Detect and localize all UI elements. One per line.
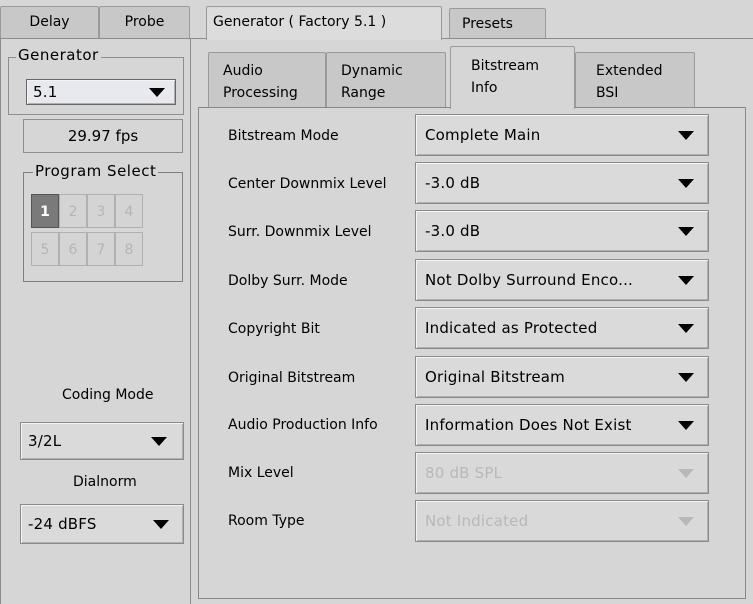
generator-select-value: 5.1	[33, 83, 58, 101]
fps-display: 29.97 fps	[23, 119, 183, 153]
subtab-audio-processing-line1: Audio	[223, 63, 263, 79]
dialnorm-select[interactable]: -24 dBFS	[20, 504, 184, 544]
bitstream-mode-value: Complete Main	[425, 126, 541, 144]
mix-level-select[interactable]: 80 dB SPL	[415, 452, 709, 494]
program-button-3[interactable]: 3	[87, 194, 115, 228]
program-button-2[interactable]: 2	[59, 194, 87, 228]
tab-generator[interactable]: Generator ( Factory 5.1 )	[206, 6, 442, 40]
subtab-extended-bsi[interactable]: Extended BSI	[575, 52, 695, 107]
subtab-dynamic-range-line1: Dynamic	[341, 63, 403, 79]
surr-downmix-select[interactable]: -3.0 dB	[415, 210, 709, 252]
coding-mode-select[interactable]: 3/2L	[20, 422, 184, 460]
chevron-down-icon	[678, 276, 694, 285]
left-column-border	[0, 39, 1, 604]
chevron-down-icon	[678, 131, 694, 140]
subtab-bitstream-info-line1: Bitstream	[471, 58, 540, 74]
chevron-down-icon	[149, 88, 165, 97]
center-downmix-select[interactable]: -3.0 dB	[415, 162, 709, 204]
tab-presets[interactable]: Presets	[449, 8, 546, 38]
chevron-down-icon	[678, 227, 694, 236]
subtab-dynamic-range[interactable]: Dynamic Range	[326, 52, 446, 107]
tab-delay[interactable]: Delay	[0, 6, 99, 38]
coding-mode-value: 3/2L	[28, 432, 62, 450]
subtab-extended-bsi-line1: Extended	[596, 63, 663, 79]
row-label-mix-level: Mix Level	[228, 465, 294, 481]
dolby-surr-mode-value: Not Dolby Surround Enco...	[425, 271, 634, 289]
program-button-4[interactable]: 4	[115, 194, 143, 228]
subtab-bitstream-info[interactable]: Bitstream Info	[450, 46, 575, 109]
dolby-surr-mode-select[interactable]: Not Dolby Surround Enco...	[415, 259, 709, 301]
tab-generator-label: Generator ( Factory 5.1 )	[213, 14, 387, 30]
subtab-audio-processing[interactable]: Audio Processing	[208, 52, 326, 107]
subtab-bitstream-info-line2: Info	[471, 80, 498, 96]
room-type-select[interactable]: Not Indicated	[415, 500, 709, 542]
dialnorm-value: -24 dBFS	[28, 515, 97, 533]
tab-probe-label: Probe	[124, 14, 165, 30]
row-label-center-downmix: Center Downmix Level	[228, 176, 387, 192]
row-label-bitstream-mode: Bitstream Mode	[228, 128, 339, 144]
audio-production-info-select[interactable]: Information Does Not Exist	[415, 404, 709, 446]
program-select-legend: Program Select	[33, 162, 159, 180]
chevron-down-icon	[678, 324, 694, 333]
dialnorm-label: Dialnorm	[73, 474, 137, 490]
program-button-1[interactable]: 1	[31, 194, 59, 228]
tab-probe[interactable]: Probe	[99, 6, 190, 38]
chevron-down-icon	[678, 421, 694, 430]
surr-downmix-value: -3.0 dB	[425, 222, 481, 240]
room-type-value: Not Indicated	[425, 512, 529, 530]
program-button-5[interactable]: 5	[31, 232, 59, 266]
generator-select[interactable]: 5.1	[26, 79, 176, 105]
copyright-bit-value: Indicated as Protected	[425, 319, 598, 337]
original-bitstream-select[interactable]: Original Bitstream	[415, 356, 709, 398]
left-column-divider	[190, 39, 191, 604]
bitstream-mode-select[interactable]: Complete Main	[415, 114, 709, 156]
row-label-room-type: Room Type	[228, 513, 305, 529]
program-button-7[interactable]: 7	[87, 232, 115, 266]
copyright-bit-select[interactable]: Indicated as Protected	[415, 307, 709, 349]
subtab-dynamic-range-line2: Range	[341, 85, 386, 101]
subtab-extended-bsi-line2: BSI	[596, 85, 619, 101]
row-label-dolby-surr-mode: Dolby Surr. Mode	[228, 273, 348, 289]
fps-value: 29.97 fps	[67, 127, 139, 145]
chevron-down-icon	[678, 373, 694, 382]
chevron-down-icon	[678, 179, 694, 188]
mix-level-value: 80 dB SPL	[425, 464, 503, 482]
row-label-original-bitstream: Original Bitstream	[228, 370, 356, 386]
original-bitstream-value: Original Bitstream	[425, 368, 565, 386]
program-button-6[interactable]: 6	[59, 232, 87, 266]
chevron-down-icon	[151, 437, 167, 446]
program-button-8[interactable]: 8	[115, 232, 143, 266]
chevron-down-icon	[678, 469, 694, 478]
center-downmix-value: -3.0 dB	[425, 174, 481, 192]
chevron-down-icon	[678, 517, 694, 526]
subtab-audio-processing-line2: Processing	[223, 85, 298, 101]
audio-production-info-value: Information Does Not Exist	[425, 416, 632, 434]
tab-presets-label: Presets	[462, 16, 513, 32]
chevron-down-icon	[153, 520, 169, 529]
generator-legend: Generator	[16, 46, 101, 64]
tab-delay-label: Delay	[29, 14, 70, 30]
row-label-surr-downmix: Surr. Downmix Level	[228, 224, 372, 240]
row-label-audio-production-info: Audio Production Info	[228, 417, 378, 433]
row-label-copyright-bit: Copyright Bit	[228, 321, 320, 337]
coding-mode-label: Coding Mode	[62, 387, 154, 403]
